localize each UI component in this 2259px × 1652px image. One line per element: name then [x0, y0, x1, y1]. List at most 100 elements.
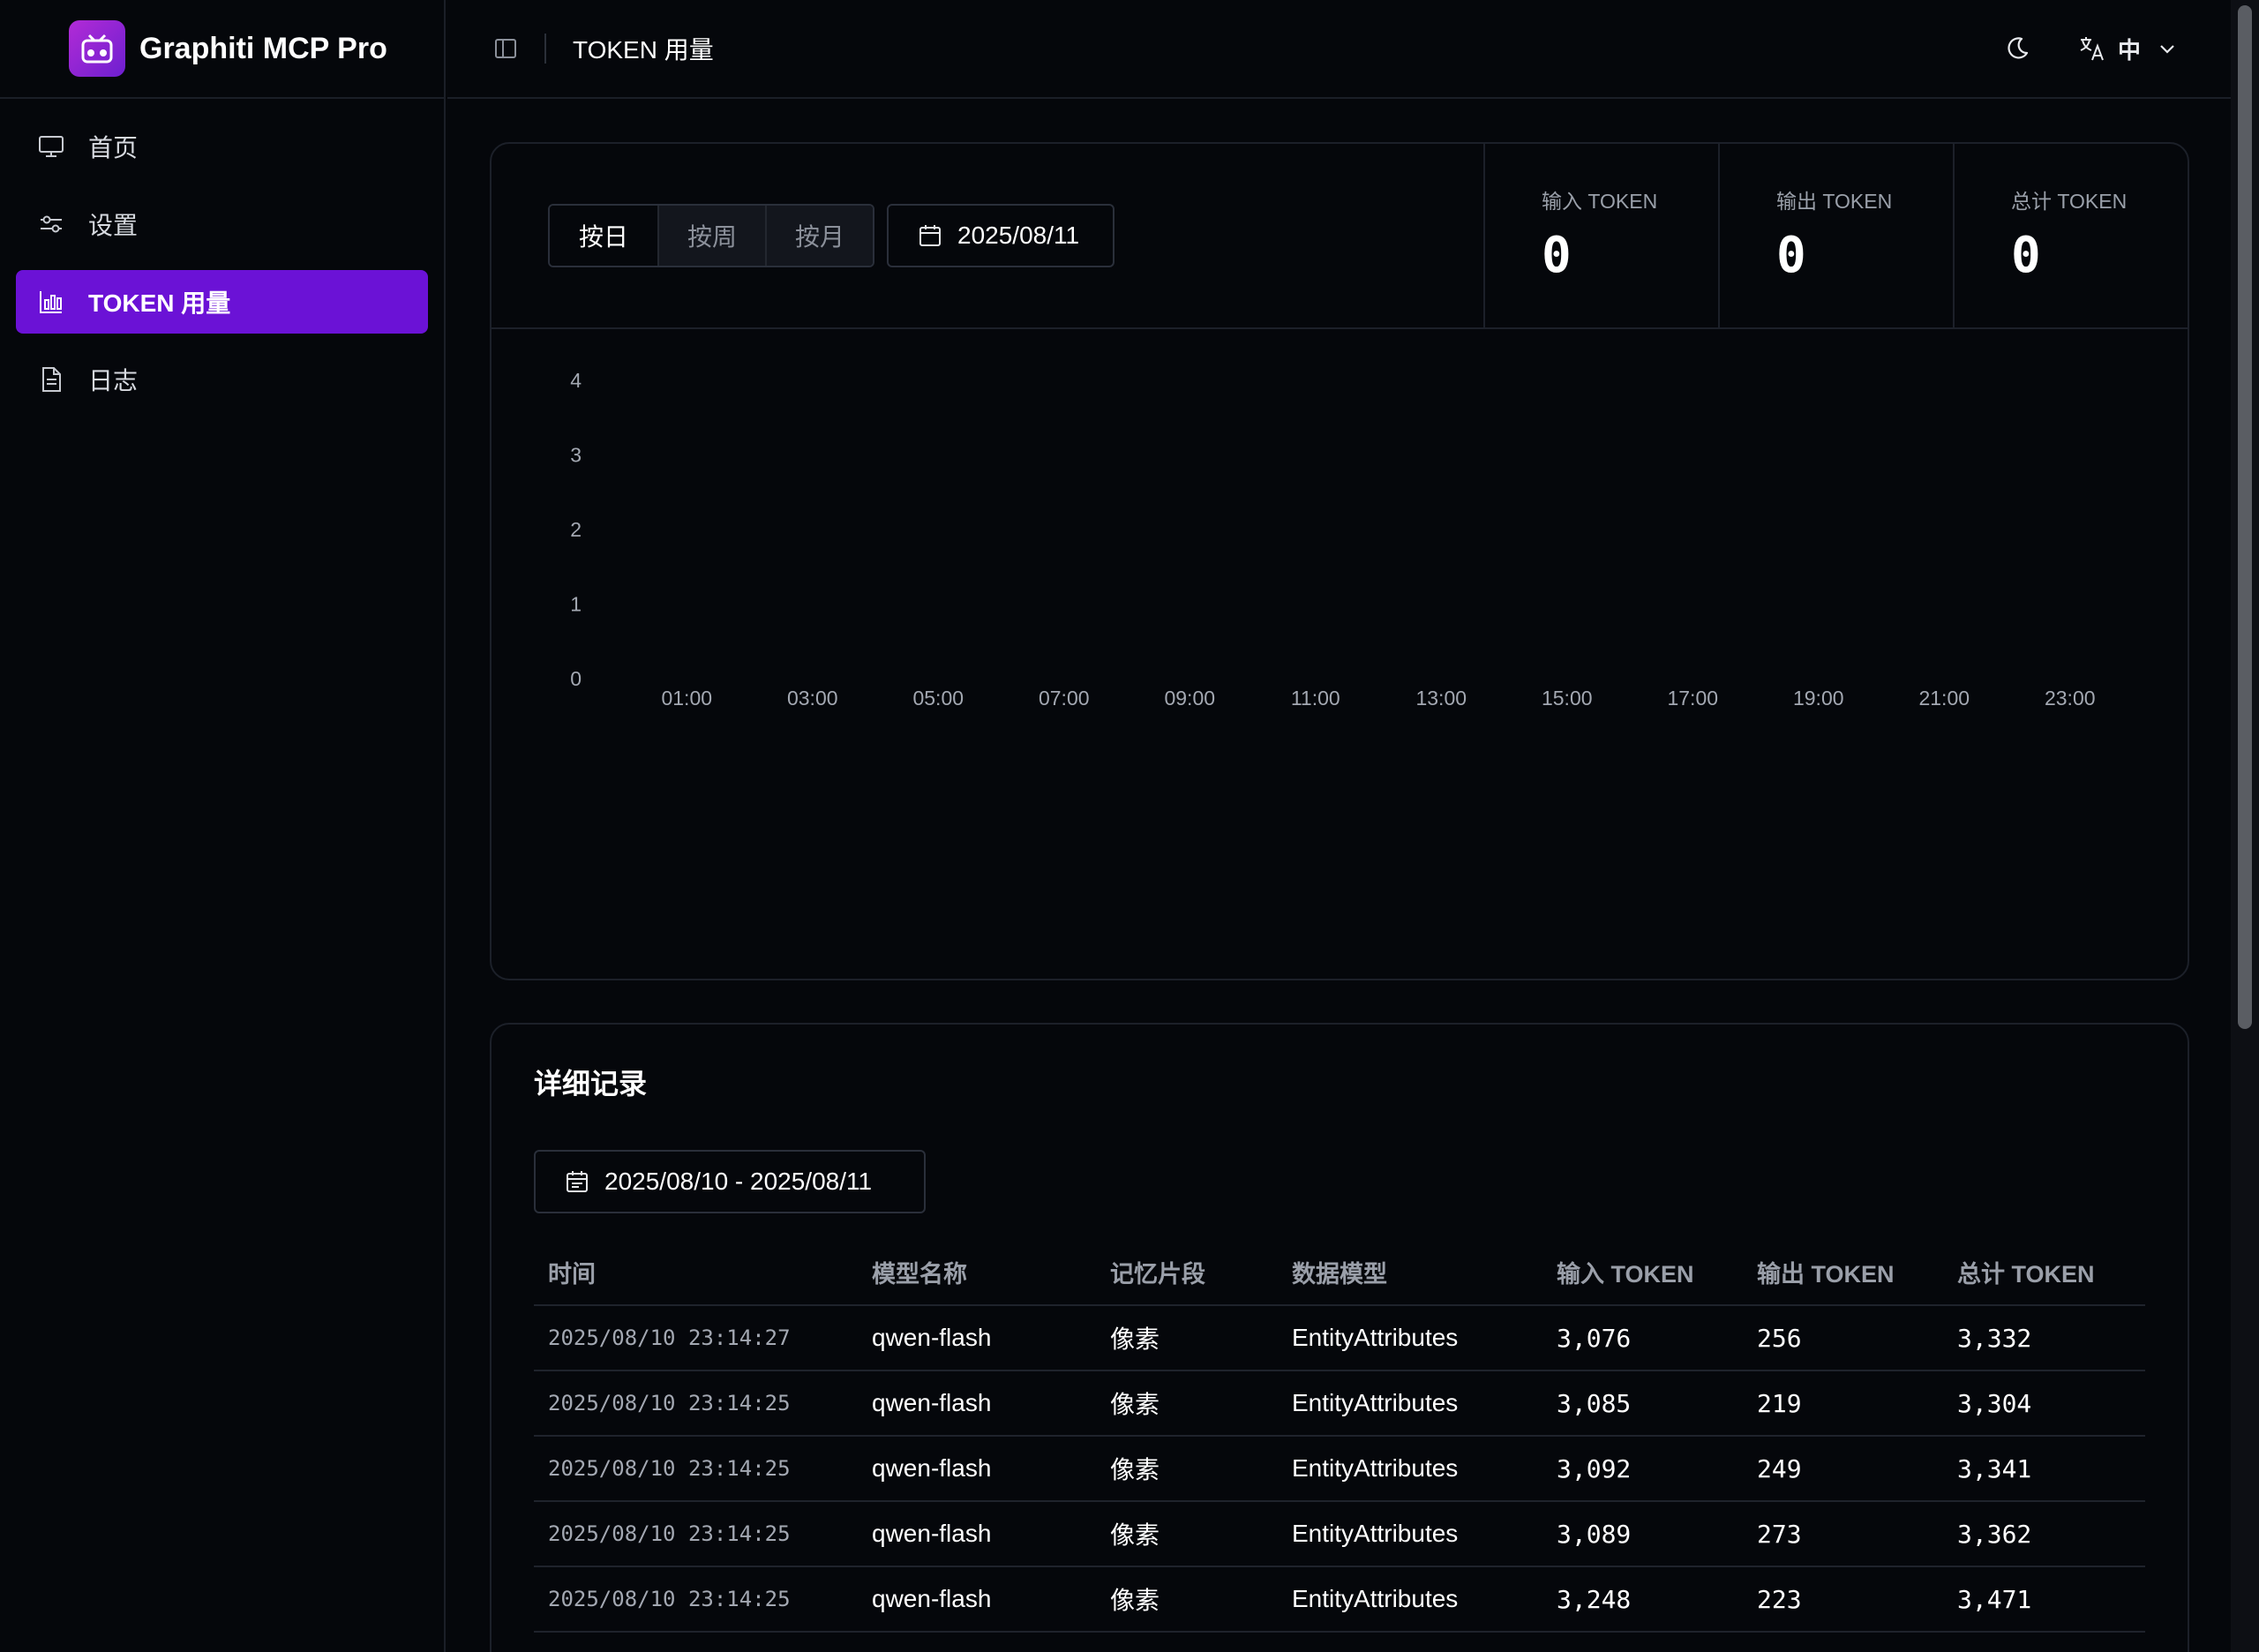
- column-header-output-token[interactable]: 输出 TOKEN: [1743, 1240, 1943, 1306]
- sidebar-item-logs[interactable]: 日志: [16, 348, 428, 411]
- scrollbar-thumb[interactable]: [2238, 5, 2252, 1029]
- cell-time: 2025/08/10 23:14:25: [534, 1436, 858, 1502]
- x-tick-label: 09:00: [1164, 687, 1215, 710]
- cell-total-token: 3,362: [1943, 1501, 2145, 1567]
- records-title: 详细记录: [534, 1068, 648, 1100]
- cell-memory: 像素: [1096, 1501, 1278, 1567]
- table-row[interactable]: 2025/08/10 23:14:27 qwen-flash 像素 EntityAtt…: [534, 1305, 2145, 1371]
- cell-total-token: 3,341: [1943, 1436, 2145, 1502]
- column-header-input-token[interactable]: 输入 TOKEN: [1542, 1240, 1743, 1306]
- date-range-label: 2025/08/10 - 2025/08/11: [604, 1168, 873, 1195]
- cell-input-token: 3,092: [1542, 1436, 1743, 1502]
- date-range-picker[interactable]: 2025/08/10 - 2025/08/11: [534, 1150, 926, 1213]
- cell-total-token: 3,471: [1943, 1566, 2145, 1633]
- x-tick-label: 01:00: [661, 687, 712, 710]
- header-divider: [544, 34, 546, 64]
- stat-label: 输入 TOKEN: [1542, 190, 1658, 213]
- date-picker-button[interactable]: 2025/08/11: [887, 204, 1114, 267]
- x-tick-label: 03:00: [787, 687, 838, 710]
- cell-data-model: EntityAttributes: [1278, 1566, 1542, 1633]
- sidebar-toggle-button[interactable]: [481, 24, 530, 73]
- x-tick-label: 13:00: [1415, 687, 1467, 710]
- stat-value: 0: [2011, 227, 2041, 284]
- stat-value: 0: [1776, 227, 1806, 284]
- language-selector[interactable]: 中: [2077, 33, 2178, 65]
- y-tick-label: 2: [570, 518, 582, 541]
- cell-model: qwen-flash: [858, 1566, 1096, 1633]
- sidebar-item-label: 首页: [88, 134, 139, 161]
- period-month-button[interactable]: 按月: [765, 206, 873, 266]
- y-tick-label: 3: [570, 444, 582, 467]
- cell-model: qwen-flash: [858, 1501, 1096, 1567]
- column-header-time[interactable]: 时间: [534, 1240, 858, 1306]
- column-header-data-model[interactable]: 数据模型: [1278, 1240, 1542, 1306]
- app-title: Graphiti MCP Pro: [139, 31, 387, 65]
- cell-data-model: EntityAttributes: [1278, 1436, 1542, 1502]
- x-tick-label: 19:00: [1793, 687, 1844, 710]
- y-tick-label: 1: [570, 593, 582, 616]
- cell-memory: 像素: [1096, 1370, 1278, 1437]
- cell-output-token: 256: [1743, 1305, 1943, 1371]
- stat-output-token: 输出 TOKEN 0: [1718, 144, 1953, 327]
- period-day-button[interactable]: 按日: [550, 206, 657, 266]
- cell-data-model: EntityAttributes: [1278, 1501, 1542, 1567]
- records-card: 详细记录 2025/08/10 - 2025/08/11 时间 模型名称 记忆片…: [490, 1023, 2189, 1652]
- sidebar-item-label: TOKEN 用量: [88, 289, 231, 317]
- calendar-range-icon: [567, 1171, 588, 1192]
- x-tick-label: 11:00: [1291, 687, 1340, 710]
- sidebar: Graphiti MCP Pro 首页 设置 TOKEN 用量 日志: [0, 0, 446, 1652]
- x-tick-label: 07:00: [1039, 687, 1090, 710]
- table-row[interactable]: 2025/08/10 23:14:25 qwen-flash 像素 EntityAtt…: [534, 1566, 2145, 1633]
- moon-icon: [2008, 37, 2029, 59]
- page-title: TOKEN 用量: [573, 36, 714, 64]
- cell-input-token: 3,076: [1542, 1305, 1743, 1371]
- monitor-icon: [39, 136, 64, 157]
- period-toggle-group: 按日 按周 按月: [548, 204, 874, 267]
- cell-model: qwen-flash: [858, 1305, 1096, 1371]
- table-row[interactable]: 2025/08/10 23:14:25 qwen-flash 像素 EntityAtt…: [534, 1501, 2145, 1567]
- chevron-down-icon: [2160, 45, 2174, 54]
- language-label: 中: [2117, 36, 2141, 64]
- cell-total-token: 3,332: [1943, 1305, 2145, 1371]
- x-tick-label: 05:00: [912, 687, 964, 710]
- table-row[interactable]: 2025/08/10 23:14:25 qwen-flash 像素 EntityAtt…: [534, 1436, 2145, 1502]
- records-table-body: 2025/08/10 23:14:27 qwen-flash 像素 EntityAtt…: [534, 1305, 2145, 1633]
- cell-time: 2025/08/10 23:14:25: [534, 1566, 858, 1633]
- cell-memory: 像素: [1096, 1305, 1278, 1371]
- x-tick-label: 17:00: [1667, 687, 1718, 710]
- cell-model: qwen-flash: [858, 1370, 1096, 1437]
- sidebar-item-token-usage[interactable]: TOKEN 用量: [16, 270, 428, 334]
- header-actions: 中: [1993, 24, 2178, 73]
- stat-total-token: 总计 TOKEN 0: [1953, 144, 2188, 327]
- cell-output-token: 223: [1743, 1566, 1943, 1633]
- cell-time: 2025/08/10 23:14:27: [534, 1305, 858, 1371]
- x-tick-label: 15:00: [1542, 687, 1593, 710]
- column-header-model[interactable]: 模型名称: [858, 1240, 1096, 1306]
- brand[interactable]: Graphiti MCP Pro: [0, 0, 444, 99]
- stat-label: 输出 TOKEN: [1776, 190, 1893, 213]
- file-text-icon: [42, 367, 61, 392]
- calendar-icon: [919, 225, 941, 246]
- cell-output-token: 219: [1743, 1370, 1943, 1437]
- cell-data-model: EntityAttributes: [1278, 1370, 1542, 1437]
- translate-icon: [2080, 37, 2104, 61]
- cell-input-token: 3,085: [1542, 1370, 1743, 1437]
- column-header-memory[interactable]: 记忆片段: [1096, 1240, 1278, 1306]
- period-week-button[interactable]: 按周: [657, 206, 765, 266]
- cell-model: qwen-flash: [858, 1436, 1096, 1502]
- sidebar-nav: 首页 设置 TOKEN 用量 日志: [0, 99, 444, 427]
- chart-controls: 按日 按周 按月 2025/08/11: [492, 144, 1483, 327]
- records-table: 时间 模型名称 记忆片段 数据模型 输入 TOKEN 输出 TOKEN 总计 T…: [534, 1240, 2145, 1633]
- chart-toolbar: 按日 按周 按月 2025/08/11 输入 TOKEN 0 输出 TOKEN …: [492, 144, 2188, 329]
- cell-data-model: EntityAttributes: [1278, 1305, 1542, 1371]
- bar-chart-icon: [40, 291, 62, 313]
- theme-toggle-button[interactable]: [1993, 24, 2042, 73]
- page-scrollbar[interactable]: [2231, 0, 2259, 1652]
- table-row[interactable]: 2025/08/10 23:14:25 qwen-flash 像素 EntityAtt…: [534, 1370, 2145, 1437]
- sidebar-item-home[interactable]: 首页: [16, 115, 428, 178]
- cell-input-token: 3,248: [1542, 1566, 1743, 1633]
- cell-time: 2025/08/10 23:14:25: [534, 1501, 858, 1567]
- column-header-total-token[interactable]: 总计 TOKEN: [1943, 1240, 2145, 1306]
- sidebar-item-settings[interactable]: 设置: [16, 192, 428, 256]
- y-tick-label: 4: [570, 369, 582, 392]
